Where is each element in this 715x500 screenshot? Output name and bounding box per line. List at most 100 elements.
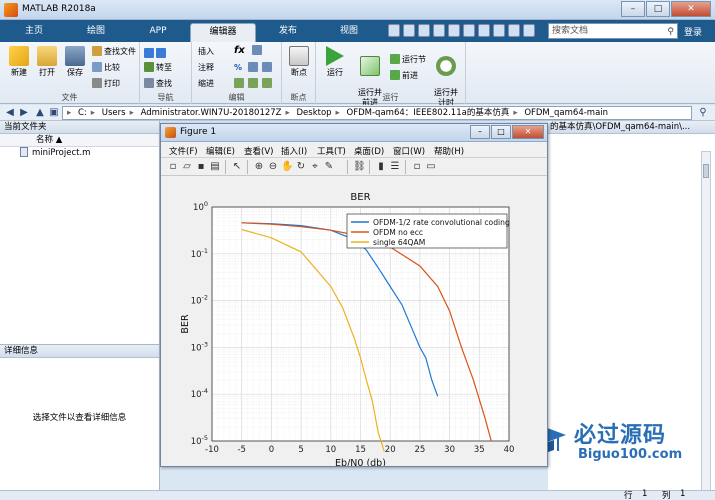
back-forward-button[interactable] <box>144 48 168 60</box>
zoom-in-icon[interactable]: ⊕ <box>253 161 265 173</box>
quick-access-icon[interactable] <box>418 24 430 37</box>
ribbon-group-edit: 插入 注释 缩进 fx % 编辑 <box>192 42 282 104</box>
run-section-button[interactable]: 运行节 <box>390 54 426 66</box>
browse-folder-icon[interactable]: ▣ <box>48 107 60 119</box>
menu-window[interactable]: 窗口(W) <box>393 145 425 157</box>
figure-minimize-button[interactable]: – <box>470 125 490 139</box>
menu-view[interactable]: 查看(V) <box>244 145 273 157</box>
print-icon[interactable]: ▤ <box>209 161 221 173</box>
rotate-icon[interactable]: ↻ <box>295 161 307 173</box>
path-segment[interactable]: OFDM-qam64：IEEE802.11a的基本仿真 <box>347 108 510 118</box>
path-segment[interactable]: C: <box>78 108 87 118</box>
save-icon[interactable]: ▪ <box>195 161 207 173</box>
path-segment[interactable]: OFDM_qam64-main <box>524 108 608 118</box>
back-icon[interactable]: ◀ <box>4 107 16 119</box>
search-input[interactable]: 搜索文档 ⚲ <box>548 23 678 39</box>
link-icon[interactable]: ⛓ <box>353 161 366 173</box>
quick-access-icon[interactable] <box>448 24 460 37</box>
minimize-button[interactable]: – <box>621 1 645 17</box>
watermark-title: 必过源码 <box>574 423 667 448</box>
fx-button[interactable]: fx <box>234 45 245 57</box>
tab-plots[interactable]: 绘图 <box>66 23 126 42</box>
new-figure-icon[interactable]: ▫ <box>167 161 179 173</box>
m-file-icon <box>20 147 28 157</box>
insert-menu-icon[interactable] <box>252 45 264 57</box>
menu-insert[interactable]: 插入(I) <box>281 145 307 157</box>
insert-button[interactable]: 插入 <box>198 46 214 58</box>
run-button[interactable]: 运行 <box>320 46 350 78</box>
indent-button[interactable]: 缩进 <box>198 78 214 90</box>
smart-indent-icon[interactable] <box>234 78 246 90</box>
percent-comment-button[interactable]: % <box>234 62 242 74</box>
run-advance-icon <box>360 56 380 76</box>
tab-editor[interactable]: 编辑器 <box>190 23 256 42</box>
open-icon[interactable]: ▱ <box>181 161 193 173</box>
uncomment-icon[interactable] <box>262 62 274 74</box>
pointer-icon[interactable]: ↖ <box>231 161 243 173</box>
path-segment[interactable]: Desktop <box>296 108 331 118</box>
menu-edit[interactable]: 编辑(E) <box>206 145 235 157</box>
menu-file[interactable]: 文件(F) <box>169 145 198 157</box>
brush-icon[interactable]: ✎ <box>323 161 335 173</box>
quick-access-icon[interactable] <box>433 24 445 37</box>
forward-icon[interactable]: ▶ <box>18 107 30 119</box>
find-button[interactable]: 查找 <box>144 78 172 90</box>
tab-home[interactable]: 主页 <box>6 23 62 42</box>
quick-access-icon[interactable] <box>508 24 520 37</box>
save-button[interactable]: 保存 <box>60 46 90 78</box>
advance-button[interactable]: 前进 <box>390 70 418 82</box>
open-button[interactable]: 打开 <box>32 46 62 78</box>
new-button[interactable]: 新建 <box>4 46 34 78</box>
path-segment[interactable]: Administrator.WIN7U-20180127Z <box>141 108 282 118</box>
comment-button[interactable]: 注释 <box>198 62 214 74</box>
print-button[interactable]: 打印 <box>92 78 120 90</box>
breakpoints-button[interactable]: 断点 <box>284 46 314 78</box>
quick-access-icon[interactable] <box>463 24 475 37</box>
close-button[interactable]: ✕ <box>671 1 711 17</box>
decrease-indent-icon[interactable] <box>262 78 274 90</box>
y-tick-label: 10-4 <box>191 387 208 400</box>
legend-icon[interactable]: ☰ <box>389 161 401 173</box>
colorbar-icon[interactable]: ▮ <box>375 161 387 173</box>
wrap-comment-icon[interactable] <box>248 62 260 74</box>
search-folder-icon[interactable]: ⚲ <box>697 107 709 119</box>
figure-close-button[interactable]: ✕ <box>512 125 544 139</box>
figure-canvas: -10 -5 0 5 10 15 20 25 30 35 40 100 10-1 10-2 10-3 10-4… <box>161 176 547 469</box>
goto-button[interactable]: 转至 <box>144 62 172 74</box>
menu-help[interactable]: 帮助(H) <box>434 145 464 157</box>
search-icon[interactable]: ⚲ <box>667 25 674 39</box>
help-icon[interactable] <box>523 24 535 37</box>
window-titlebar: MATLAB R2018a – □ ✕ <box>0 0 715 20</box>
quick-access-icon[interactable] <box>493 24 505 37</box>
list-item[interactable]: miniProject.m <box>0 147 159 160</box>
path-segment[interactable]: Users <box>102 108 126 118</box>
scrollbar-thumb[interactable] <box>703 164 709 178</box>
data-cursor-icon[interactable]: ⌖ <box>309 161 321 173</box>
x-tick-label: 5 <box>298 445 303 455</box>
figure-maximize-button[interactable]: □ <box>491 125 511 139</box>
quick-access-icon[interactable] <box>403 24 415 37</box>
increase-indent-icon[interactable] <box>248 78 260 90</box>
maximize-button[interactable]: □ <box>646 1 670 17</box>
figure-title: Figure 1 <box>180 127 217 137</box>
column-header-name[interactable]: 名称 ▲ <box>0 134 159 147</box>
menu-tools[interactable]: 工具(T) <box>317 145 346 157</box>
hide-tools-icon[interactable]: ▫ <box>411 161 423 173</box>
tab-publish[interactable]: 发布 <box>260 23 316 42</box>
find-files-button[interactable]: 查找文件 <box>92 46 136 58</box>
show-tools-icon[interactable]: ▭ <box>425 161 437 173</box>
x-tick-label: 15 <box>355 445 366 455</box>
current-folder-path[interactable]: ▸ C: ▸ Users ▸ Administrator.WIN7U-2018012… <box>62 106 692 120</box>
pan-icon[interactable]: ✋ <box>281 161 293 173</box>
zoom-out-icon[interactable]: ⊖ <box>267 161 279 173</box>
tab-view[interactable]: 视图 <box>320 23 378 42</box>
y-tick-label: 100 <box>193 200 208 213</box>
up-folder-icon[interactable]: ▲ <box>34 107 46 119</box>
tab-apps[interactable]: APP <box>130 23 186 42</box>
menu-desktop[interactable]: 桌面(D) <box>354 145 384 157</box>
login-link[interactable]: 登录 <box>684 25 702 38</box>
quick-access-icon[interactable] <box>478 24 490 37</box>
quick-access-icon[interactable] <box>388 24 400 37</box>
compare-button[interactable]: 比较 <box>92 62 120 74</box>
ribbon-group-navigate: 转至 查找 导航 <box>140 42 192 104</box>
